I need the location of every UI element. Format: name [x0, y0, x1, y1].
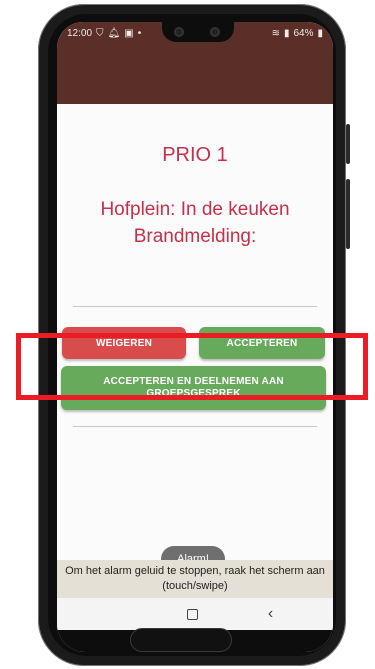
power-button [346, 179, 350, 249]
home-key[interactable] [130, 628, 232, 652]
front-camera-icon [174, 27, 184, 37]
stop-sound-notice[interactable]: Om het alarm geluid te stoppen, raak het… [57, 560, 333, 598]
alarm-location: Hofplein: In de keuken [100, 199, 290, 220]
shield-icon: ⛉ [96, 27, 104, 39]
signal-icon: ▮ [283, 27, 290, 39]
battery-percent: 64% [293, 27, 314, 39]
front-camera-icon [210, 27, 220, 37]
alarm-type: Brandmelding: [133, 226, 257, 247]
volume-button [346, 124, 350, 164]
wifi-icon: ≋ [271, 27, 280, 39]
alarm-details: Hofplein: In de keuken Brandmelding: [57, 196, 333, 250]
image-icon: ▣ [124, 27, 134, 39]
camera-notch [162, 22, 234, 42]
highlight-box [16, 333, 368, 400]
dot-icon: • [137, 27, 142, 39]
home-nav-icon[interactable] [186, 608, 198, 620]
priority-label: PRIO 1 [162, 144, 228, 166]
divider [73, 306, 317, 307]
divider [73, 426, 317, 427]
status-time: 12:00 [67, 27, 93, 39]
battery-icon: ▮ [317, 27, 323, 39]
app-header [57, 44, 333, 104]
bell-icon: 🔔︎ [107, 27, 121, 39]
navigation-bar: ‹ [57, 598, 333, 630]
back-nav-icon[interactable]: ‹ [268, 605, 273, 623]
